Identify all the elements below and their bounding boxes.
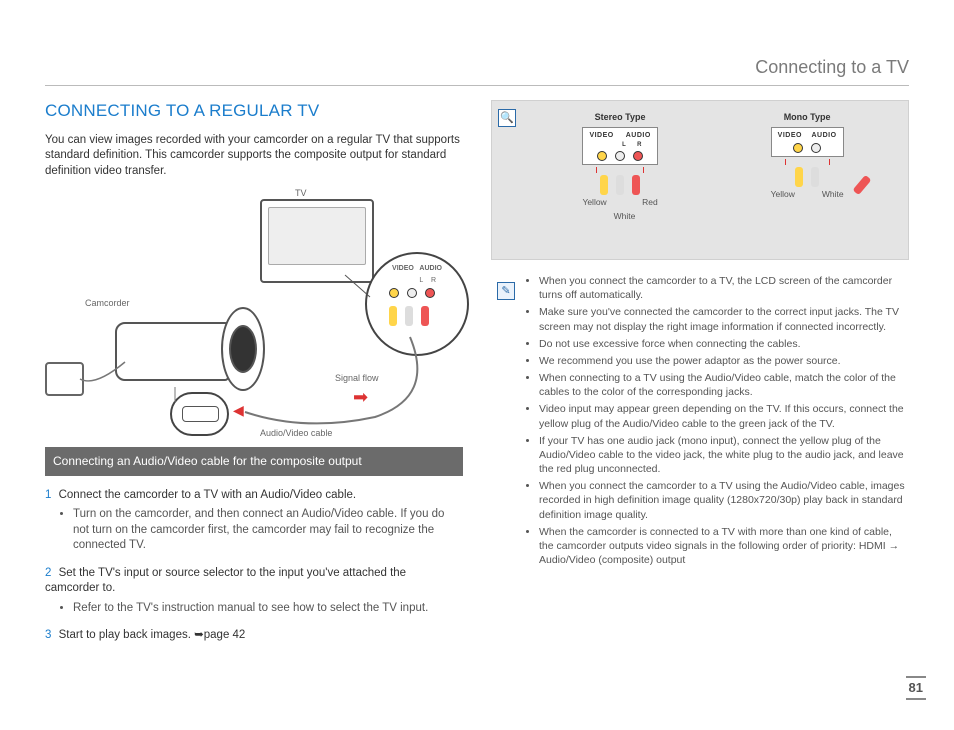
note-item: When you connect the camcorder to a TV, … [539, 274, 909, 302]
stereo-title: Stereo Type [582, 111, 657, 123]
connection-diagram: TV VIDEO AUDIO L R [45, 187, 463, 437]
note-item: Make sure you've connected the camcorder… [539, 305, 909, 333]
r-text: R [637, 142, 642, 148]
sub-heading-bar: Connecting an Audio/Video cable for the … [45, 447, 463, 475]
yellow-label: Yellow [582, 197, 606, 208]
step-2: 2 Set the TV's input or source selector … [45, 566, 463, 617]
note-icon: ✎ [497, 282, 515, 300]
note-item: When connecting to a TV using the Audio/… [539, 371, 909, 399]
note-item: When you connect the camcorder to a TV u… [539, 479, 909, 522]
notes-section: ✎ When you connect the camcorder to a TV… [491, 274, 909, 567]
note-item: When the camcorder is connected to a TV … [539, 525, 909, 568]
step-text: Connect the camcorder to a TV with an Au… [59, 489, 356, 501]
step-number: 3 [45, 629, 51, 641]
l-text: L [622, 142, 626, 148]
page-number: 81 [906, 676, 926, 700]
steps-list: 1 Connect the camcorder to a TV with an … [45, 488, 463, 644]
magnify-icon: 🔍 [498, 109, 516, 127]
note-item: We recommend you use the power adaptor a… [539, 354, 909, 368]
intro-text: You can view images recorded with your c… [45, 133, 463, 180]
step-text: Set the TV's input or source selector to… [45, 567, 406, 595]
notes-list: When you connect the camcorder to a TV, … [525, 274, 909, 567]
step-number: 2 [45, 567, 51, 579]
white-label: White [822, 189, 844, 200]
step-sub: Turn on the camcorder, and then connect … [73, 507, 463, 554]
audio-text: AUDIO [811, 132, 836, 139]
red-label: Red [642, 197, 658, 208]
yellow-label: Yellow [771, 189, 795, 200]
cable-line [45, 187, 475, 437]
page-heading: CONNECTING TO A REGULAR TV [45, 100, 463, 123]
audio-text: AUDIO [626, 132, 651, 139]
mono-type-group: Mono Type VIDEO AUDIO [771, 111, 844, 208]
stereo-panel: VIDEO AUDIO L R [582, 127, 657, 165]
mono-title: Mono Type [771, 111, 844, 123]
connection-type-box: 🔍 Stereo Type VIDEO AUDIO L [491, 100, 909, 260]
video-text: VIDEO [778, 132, 802, 139]
step-1: 1 Connect the camcorder to a TV with an … [45, 488, 463, 554]
video-text: VIDEO [589, 132, 613, 139]
step-sub: Refer to the TV's instruction manual to … [73, 601, 463, 617]
white-label: White [614, 211, 636, 222]
mono-panel: VIDEO AUDIO [771, 127, 844, 156]
section-title: Connecting to a TV [755, 55, 909, 79]
note-item: If your TV has one audio jack (mono inpu… [539, 434, 909, 477]
step-text: Start to play back images. ➥page 42 [59, 629, 246, 641]
left-column: CONNECTING TO A REGULAR TV You can view … [45, 100, 463, 656]
note-item: Do not use excessive force when connecti… [539, 337, 909, 351]
stereo-type-group: Stereo Type VIDEO AUDIO L R [582, 111, 657, 208]
right-column: 🔍 Stereo Type VIDEO AUDIO L [491, 100, 909, 656]
header-rule [45, 85, 909, 86]
step-number: 1 [45, 489, 51, 501]
step-3: 3 Start to play back images. ➥page 42 [45, 628, 463, 644]
note-item: Video input may appear green depending o… [539, 402, 909, 430]
